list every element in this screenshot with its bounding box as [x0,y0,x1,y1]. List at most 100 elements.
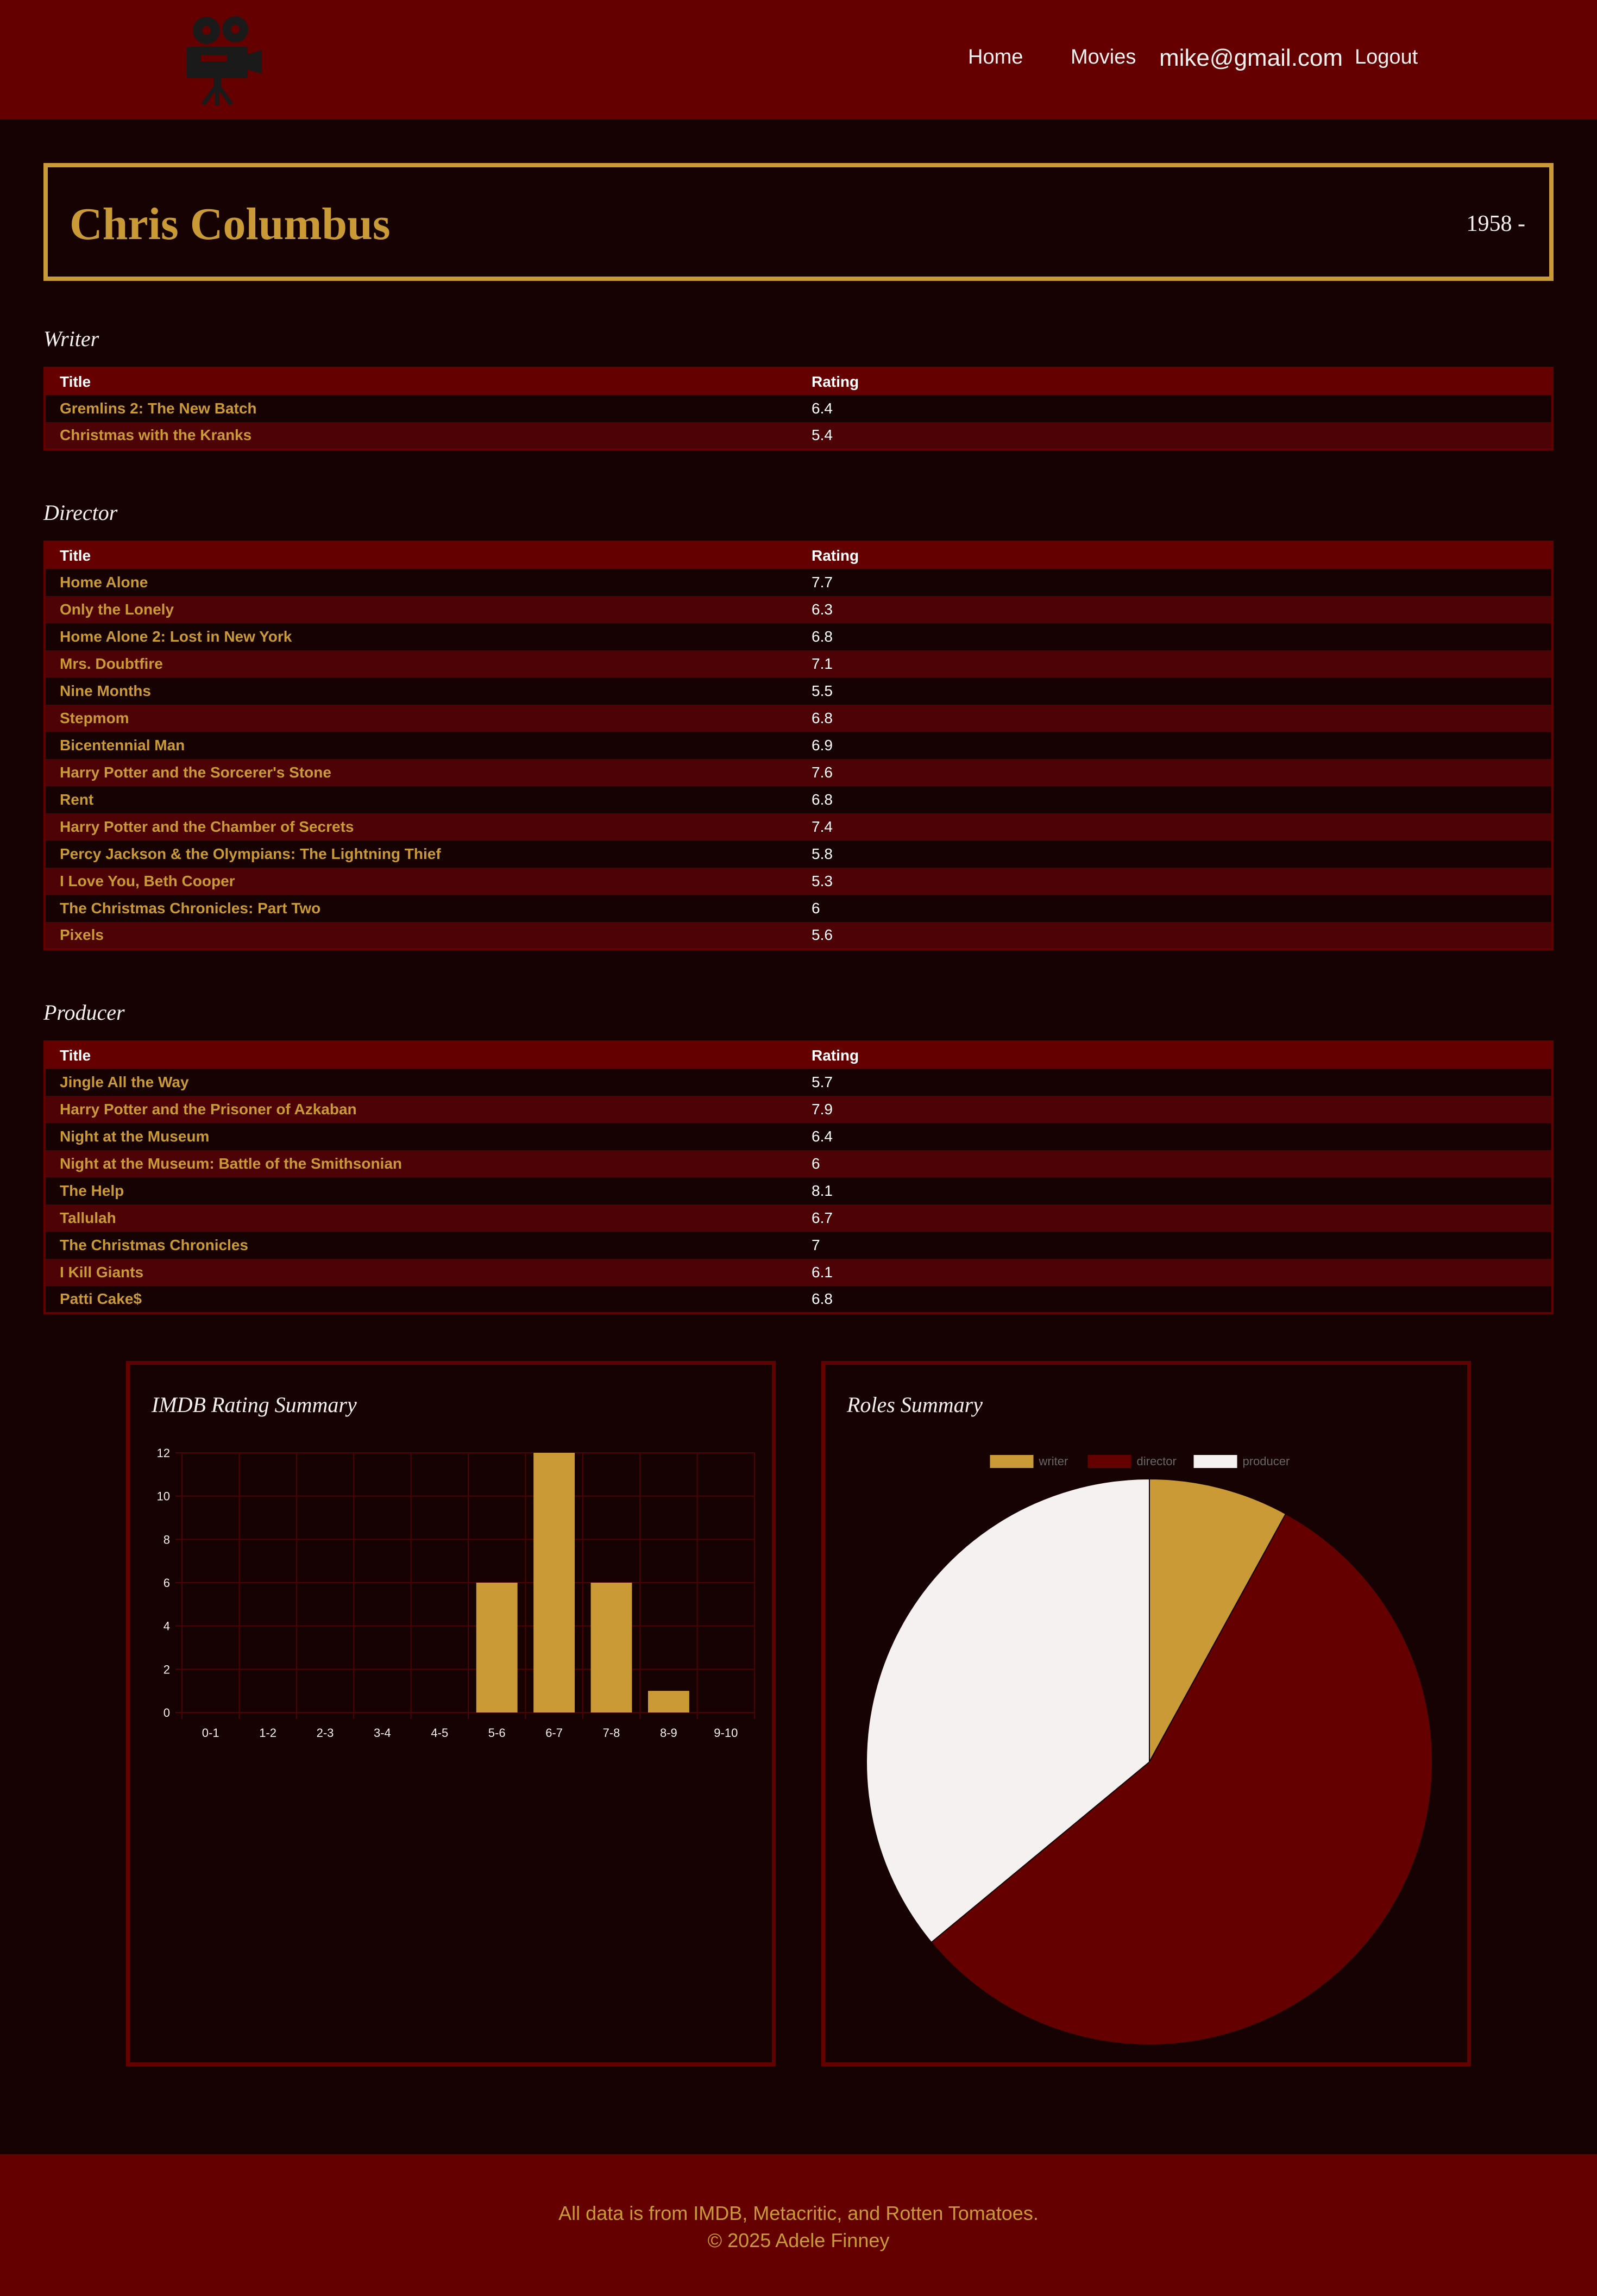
footer-copyright: © 2025 Adele Finney [707,2229,890,2251]
movie-rating: 6.9 [797,732,1552,759]
nav-home-link[interactable]: Home [968,46,1023,69]
legend-item-writer[interactable]: writer [990,1454,1068,1468]
table-row[interactable]: Home Alone 7.7 [45,569,1552,596]
movie-rating: 6.8 [797,786,1552,813]
table-row[interactable]: Rent 6.8 [45,786,1552,813]
table-row[interactable]: Percy Jackson & the Olympians: The Light… [45,840,1552,868]
legend-swatch [1087,1455,1131,1468]
x-tick-label: 1-2 [259,1726,276,1740]
table-row[interactable]: Mrs. Doubtfire 7.1 [45,650,1552,677]
table-row[interactable]: Only the Lonely 6.3 [45,596,1552,623]
movie-title-link[interactable]: Harry Potter and the Prisoner of Azkaban [45,1096,797,1123]
table-row[interactable]: The Christmas Chronicles: Part Two 6 [45,895,1552,922]
legend-item-director[interactable]: director [1087,1454,1177,1468]
movie-title-link[interactable]: Pixels [45,922,797,949]
movie-title-link[interactable]: I Love You, Beth Cooper [45,868,797,895]
y-tick-label: 8 [164,1533,170,1546]
x-tick-label: 2-3 [317,1726,334,1740]
rating-summary-card: IMDB Rating Summary 0 2 4 6 8 10 12 0-1 1-2 2-3 3-… [126,1361,776,2066]
x-tick-label: 8-9 [660,1726,677,1740]
movie-rating: 6.8 [797,1286,1552,1313]
column-header-rating: Rating [797,542,1552,569]
table-row[interactable]: Harry Potter and the Sorcerer's Stone 7.6 [45,759,1552,786]
nav-user-email[interactable]: mike@gmail.com [1159,45,1343,72]
movie-title-link[interactable]: Night at the Museum: Battle of the Smith… [45,1150,797,1177]
director-table: Title Rating Home Alone 7.7 Only the Lonel… [43,541,1554,950]
movie-title-link[interactable]: Christmas with the Kranks [45,422,797,449]
x-tick-label: 7-8 [603,1726,620,1740]
table-row[interactable]: Harry Potter and the Prisoner of Azkaban… [45,1096,1552,1123]
movie-title-link[interactable]: Patti Cake$ [45,1286,797,1313]
y-tick-label: 2 [164,1663,170,1676]
movie-rating: 6.3 [797,596,1552,623]
movie-title-link[interactable]: Harry Potter and the Sorcerer's Stone [45,759,797,786]
table-row[interactable]: Night at the Museum 6.4 [45,1123,1552,1150]
table-row[interactable]: Tallulah 6.7 [45,1205,1552,1232]
table-row[interactable]: Home Alone 2: Lost in New York 6.8 [45,623,1552,650]
movie-title-link[interactable]: Tallulah [45,1205,797,1232]
y-tick-label: 12 [157,1446,170,1460]
movie-title-link[interactable]: The Christmas Chronicles: Part Two [45,895,797,922]
producer-table: Title Rating Jingle All the Way 5.7 Harry … [43,1040,1554,1314]
movie-title-link[interactable]: Gremlins 2: The New Batch [45,395,797,422]
x-tick-label: 0-1 [202,1726,219,1740]
table-row[interactable]: Stepmom 6.8 [45,705,1552,732]
movie-title-link[interactable]: Mrs. Doubtfire [45,650,797,677]
movie-title-link[interactable]: Jingle All the Way [45,1069,797,1096]
nav-logout-link[interactable]: Logout [1355,46,1418,69]
movie-title-link[interactable]: Stepmom [45,705,797,732]
movie-title-link[interactable]: Home Alone 2: Lost in New York [45,623,797,650]
bar-8-9[interactable] [647,1691,689,1712]
footer-data-source: All data is from IMDB, Metacritic, and R… [558,2202,1039,2224]
table-row[interactable]: Night at the Museum: Battle of the Smith… [45,1150,1552,1177]
writer-table: Title Rating Gremlins 2: The New Batch 6.… [43,367,1554,450]
x-tick-label: 4-5 [431,1726,448,1740]
table-row[interactable]: Christmas with the Kranks 5.4 [45,422,1552,449]
table-row[interactable]: Harry Potter and the Chamber of Secrets 7… [45,813,1552,840]
table-header-row: Title Rating [45,1042,1552,1069]
movie-title-link[interactable]: Percy Jackson & the Olympians: The Light… [45,840,797,868]
table-row[interactable]: Bicentennial Man 6.9 [45,732,1552,759]
table-row[interactable]: Pixels 5.6 [45,922,1552,949]
movie-title-link[interactable]: Night at the Museum [45,1123,797,1150]
movie-title-link[interactable]: The Help [45,1177,797,1205]
person-name: Chris Columbus [70,199,391,249]
movie-rating: 6.7 [797,1205,1552,1232]
bar-6-7[interactable] [533,1453,575,1712]
bar-5-6[interactable] [476,1583,518,1712]
column-header-title: Title [45,1042,797,1069]
table-row[interactable]: The Help 8.1 [45,1177,1552,1205]
chart-grid [175,1452,755,1719]
movie-title-link[interactable]: Nine Months [45,677,797,705]
column-header-rating: Rating [797,1042,1552,1069]
legend-label: director [1137,1454,1177,1468]
movie-title-link[interactable]: Home Alone [45,569,797,596]
movie-title-link[interactable]: Harry Potter and the Chamber of Secrets [45,813,797,840]
movie-title-link[interactable]: Rent [45,786,797,813]
table-row[interactable]: I Love You, Beth Cooper 5.3 [45,868,1552,895]
movie-title-link[interactable]: Bicentennial Man [45,732,797,759]
table-row[interactable]: Jingle All the Way 5.7 [45,1069,1552,1096]
producer-section-title: Producer [43,1000,125,1025]
movie-rating: 6.4 [797,1123,1552,1150]
movie-rating: 5.4 [797,422,1552,449]
movie-rating: 6 [797,1150,1552,1177]
table-row[interactable]: Nine Months 5.5 [45,677,1552,705]
navbar: Home Movies mike@gmail.com Logout [0,0,1597,120]
legend-swatch [990,1455,1034,1468]
bar-7-8[interactable] [590,1583,632,1712]
movie-title-link[interactable]: The Christmas Chronicles [45,1232,797,1259]
table-row[interactable]: Patti Cake$ 6.8 [45,1286,1552,1313]
table-row[interactable]: The Christmas Chronicles 7 [45,1232,1552,1259]
movie-title-link[interactable]: Only the Lonely [45,596,797,623]
nav-movies-link[interactable]: Movies [1071,46,1136,69]
director-section-title: Director [43,500,118,525]
movie-rating: 7.4 [797,813,1552,840]
x-tick-label: 6-7 [545,1726,563,1740]
movie-rating: 5.7 [797,1069,1552,1096]
movie-title-link[interactable]: I Kill Giants [45,1259,797,1286]
legend-item-producer[interactable]: producer [1193,1454,1290,1468]
movie-rating: 6.8 [797,623,1552,650]
table-row[interactable]: I Kill Giants 6.1 [45,1259,1552,1286]
table-row[interactable]: Gremlins 2: The New Batch 6.4 [45,395,1552,422]
